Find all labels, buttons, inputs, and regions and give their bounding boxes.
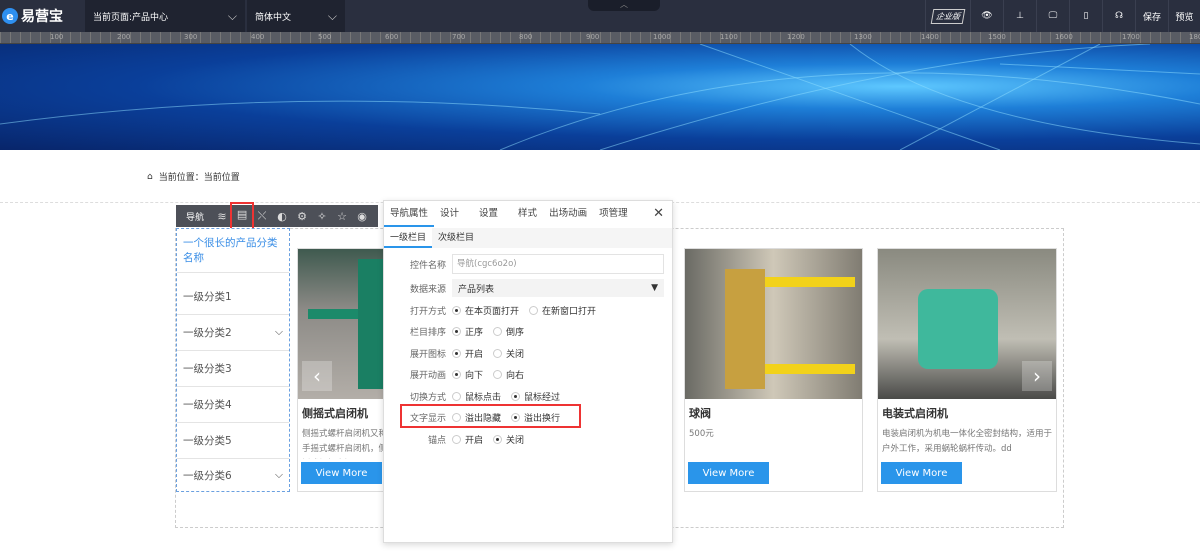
- desktop-icon[interactable]: 🖵: [1036, 0, 1069, 32]
- radio-icon[interactable]: [452, 348, 461, 358]
- star-icon[interactable]: ☆: [332, 210, 352, 223]
- chevron-down-icon: ⌵: [227, 8, 237, 23]
- nav-item[interactable]: 一级分类3: [177, 351, 289, 387]
- layout-icon[interactable]: ⊥: [1003, 0, 1036, 32]
- panel-tabs: 导航属性 设计 设置 样式 出场动画 项管理: [384, 201, 672, 227]
- chevron-down-icon: ⌵: [327, 8, 337, 23]
- radio-icon[interactable]: [511, 391, 521, 401]
- magic-wand-icon[interactable]: ✧: [312, 210, 332, 223]
- mobile-icon[interactable]: ▯: [1069, 0, 1102, 32]
- tab-animation[interactable]: 出场动画: [543, 201, 593, 227]
- tab-level1[interactable]: 一级栏目: [384, 228, 433, 248]
- chevron-down-icon[interactable]: ⌵: [275, 326, 283, 339]
- gear-icon[interactable]: ⚙: [292, 210, 312, 223]
- layers-icon[interactable]: ≋: [212, 210, 232, 223]
- nav-item[interactable]: 一个很长的产品分类名称: [177, 229, 289, 273]
- radio-row: 展开动画 向下 向右: [384, 365, 672, 385]
- component-toolbar: 导航 ≋ ▤ ⤬ ◐ ⚙ ✧ ☆ ◉: [176, 202, 378, 230]
- data-source-row: 数据来源 产品列表 ▼: [384, 278, 672, 298]
- product-card[interactable]: ‹ 侧摇式启闭机 侧摇式螺杆启闭机又称手摇式螺杆启闭机，侧摇式螺杆启闭 View…: [297, 248, 397, 492]
- tab-design[interactable]: 设计: [434, 201, 465, 227]
- tab-style[interactable]: 样式: [504, 201, 543, 227]
- eye-icon[interactable]: 👁: [970, 0, 1003, 32]
- radio-option[interactable]: 在新窗口打开: [529, 304, 596, 317]
- radio-row: 锚点 开启 关闭: [384, 429, 672, 449]
- banner-image: [0, 44, 1200, 150]
- radio-option[interactable]: 关闭: [493, 433, 524, 446]
- radio-row: 栏目排序 正序 倒序: [384, 322, 672, 342]
- nav-item[interactable]: 一级分类2 ⌵: [177, 315, 289, 351]
- preview-button[interactable]: 预览: [1168, 0, 1200, 32]
- highlight-box: [400, 404, 581, 428]
- tab-item-management[interactable]: 项管理: [593, 201, 634, 227]
- edit-doc-icon[interactable]: ▤: [230, 202, 255, 230]
- radio-icon[interactable]: [493, 348, 503, 358]
- radio-option[interactable]: 在本页面打开: [452, 304, 519, 317]
- page-select[interactable]: 当前页面:产品中心 ⌵: [85, 0, 245, 32]
- nav-item[interactable]: 一级分类5: [177, 423, 289, 459]
- ruler: 100 200 300 400 500 600 700 800 900 1000 1100 1200 1…: [0, 32, 1200, 44]
- edition-badge: 企业版: [925, 0, 970, 32]
- radio-icon[interactable]: [529, 305, 539, 315]
- radio-icon[interactable]: [452, 327, 461, 336]
- control-name-row: 控件名称 导航(cgc6o2o): [384, 254, 672, 274]
- nav-properties-panel: 导航属性 设计 设置 样式 出场动画 项管理 ✕ 一级栏目 次级栏目 控件名称导…: [383, 200, 673, 543]
- headset-icon[interactable]: ☊: [1102, 0, 1135, 32]
- prev-arrow[interactable]: ‹: [302, 361, 332, 391]
- radio-row: 展开图标 开启 关闭: [384, 343, 672, 363]
- view-more-button[interactable]: View More: [688, 462, 769, 484]
- language-select[interactable]: 简体中文 ⌵: [247, 0, 345, 32]
- radio-option[interactable]: 关闭: [493, 347, 524, 360]
- data-source-select[interactable]: 产品列表 ▼: [452, 279, 664, 297]
- radio-icon[interactable]: [452, 370, 461, 379]
- control-name-input[interactable]: 导航(cgc6o2o): [452, 254, 664, 274]
- radio-icon[interactable]: [452, 434, 461, 444]
- view-more-button[interactable]: View More: [301, 462, 382, 484]
- nav-item[interactable]: 一级分类6 ⌵: [177, 459, 289, 491]
- radio-option[interactable]: 倒序: [493, 325, 524, 338]
- category-nav: 一个很长的产品分类名称 一级分类1 一级分类2 ⌵ 一级分类3 一级分类4 一级分…: [176, 228, 290, 492]
- tab-level2[interactable]: 次级栏目: [432, 228, 480, 248]
- radio-icon[interactable]: [452, 391, 461, 401]
- nav-item[interactable]: 一级分类4: [177, 387, 289, 423]
- top-bar: e 易营宝 当前页面:产品中心 ⌵ 简体中文 ⌵ ︿ 企业版 👁 ⊥ 🖵 ▯ ☊ 保存…: [0, 0, 1200, 32]
- home-icon[interactable]: ⌂: [147, 172, 153, 182]
- product-image: [685, 249, 862, 399]
- radio-icon[interactable]: [452, 305, 461, 315]
- radio-option[interactable]: 鼠标经过: [511, 390, 560, 403]
- radio-row: 切换方式 鼠标点击 鼠标经过: [384, 386, 672, 406]
- radio-option[interactable]: 开启: [452, 347, 483, 360]
- radio-row: 打开方式 在本页面打开 在新窗口打开: [384, 300, 672, 320]
- tab-settings[interactable]: 设置: [465, 201, 504, 227]
- radio-icon[interactable]: [493, 370, 503, 379]
- radio-option[interactable]: 鼠标点击: [452, 390, 501, 403]
- radio-option[interactable]: 开启: [452, 433, 483, 446]
- nav-item[interactable]: 一级分类1: [177, 279, 289, 315]
- product-card[interactable]: 球阀 500元 View More: [684, 248, 863, 492]
- caret-down-icon: ▼: [651, 283, 658, 293]
- view-more-button[interactable]: View More: [881, 462, 962, 484]
- radio-icon[interactable]: [493, 434, 503, 444]
- chevron-down-icon[interactable]: ⌵: [275, 469, 283, 482]
- tab-nav-properties[interactable]: 导航属性: [384, 201, 435, 227]
- collapse-handle[interactable]: ︿: [588, 0, 660, 11]
- unlink-icon[interactable]: ⤬: [252, 209, 272, 223]
- sub-tabs: 一级栏目 次级栏目: [384, 228, 672, 248]
- radio-icon[interactable]: [493, 327, 503, 336]
- radio-option[interactable]: 向下: [452, 368, 483, 381]
- save-button[interactable]: 保存: [1135, 0, 1168, 32]
- product-card[interactable]: › 电装式启闭机 电装启闭机为机电一体化全密封结构，适用于户外工作，采用蜗轮蜗杆…: [877, 248, 1057, 492]
- close-icon[interactable]: ✕: [653, 206, 664, 221]
- radio-option[interactable]: 正序: [452, 325, 483, 338]
- eye-icon[interactable]: ◉: [352, 210, 372, 223]
- next-arrow[interactable]: ›: [1022, 361, 1052, 391]
- radio-option[interactable]: 向右: [493, 368, 524, 381]
- palette-icon[interactable]: ◐: [272, 210, 292, 223]
- breadcrumb: ⌂ 当前位置：当前位置: [147, 171, 240, 184]
- logo: e 易营宝: [0, 0, 80, 32]
